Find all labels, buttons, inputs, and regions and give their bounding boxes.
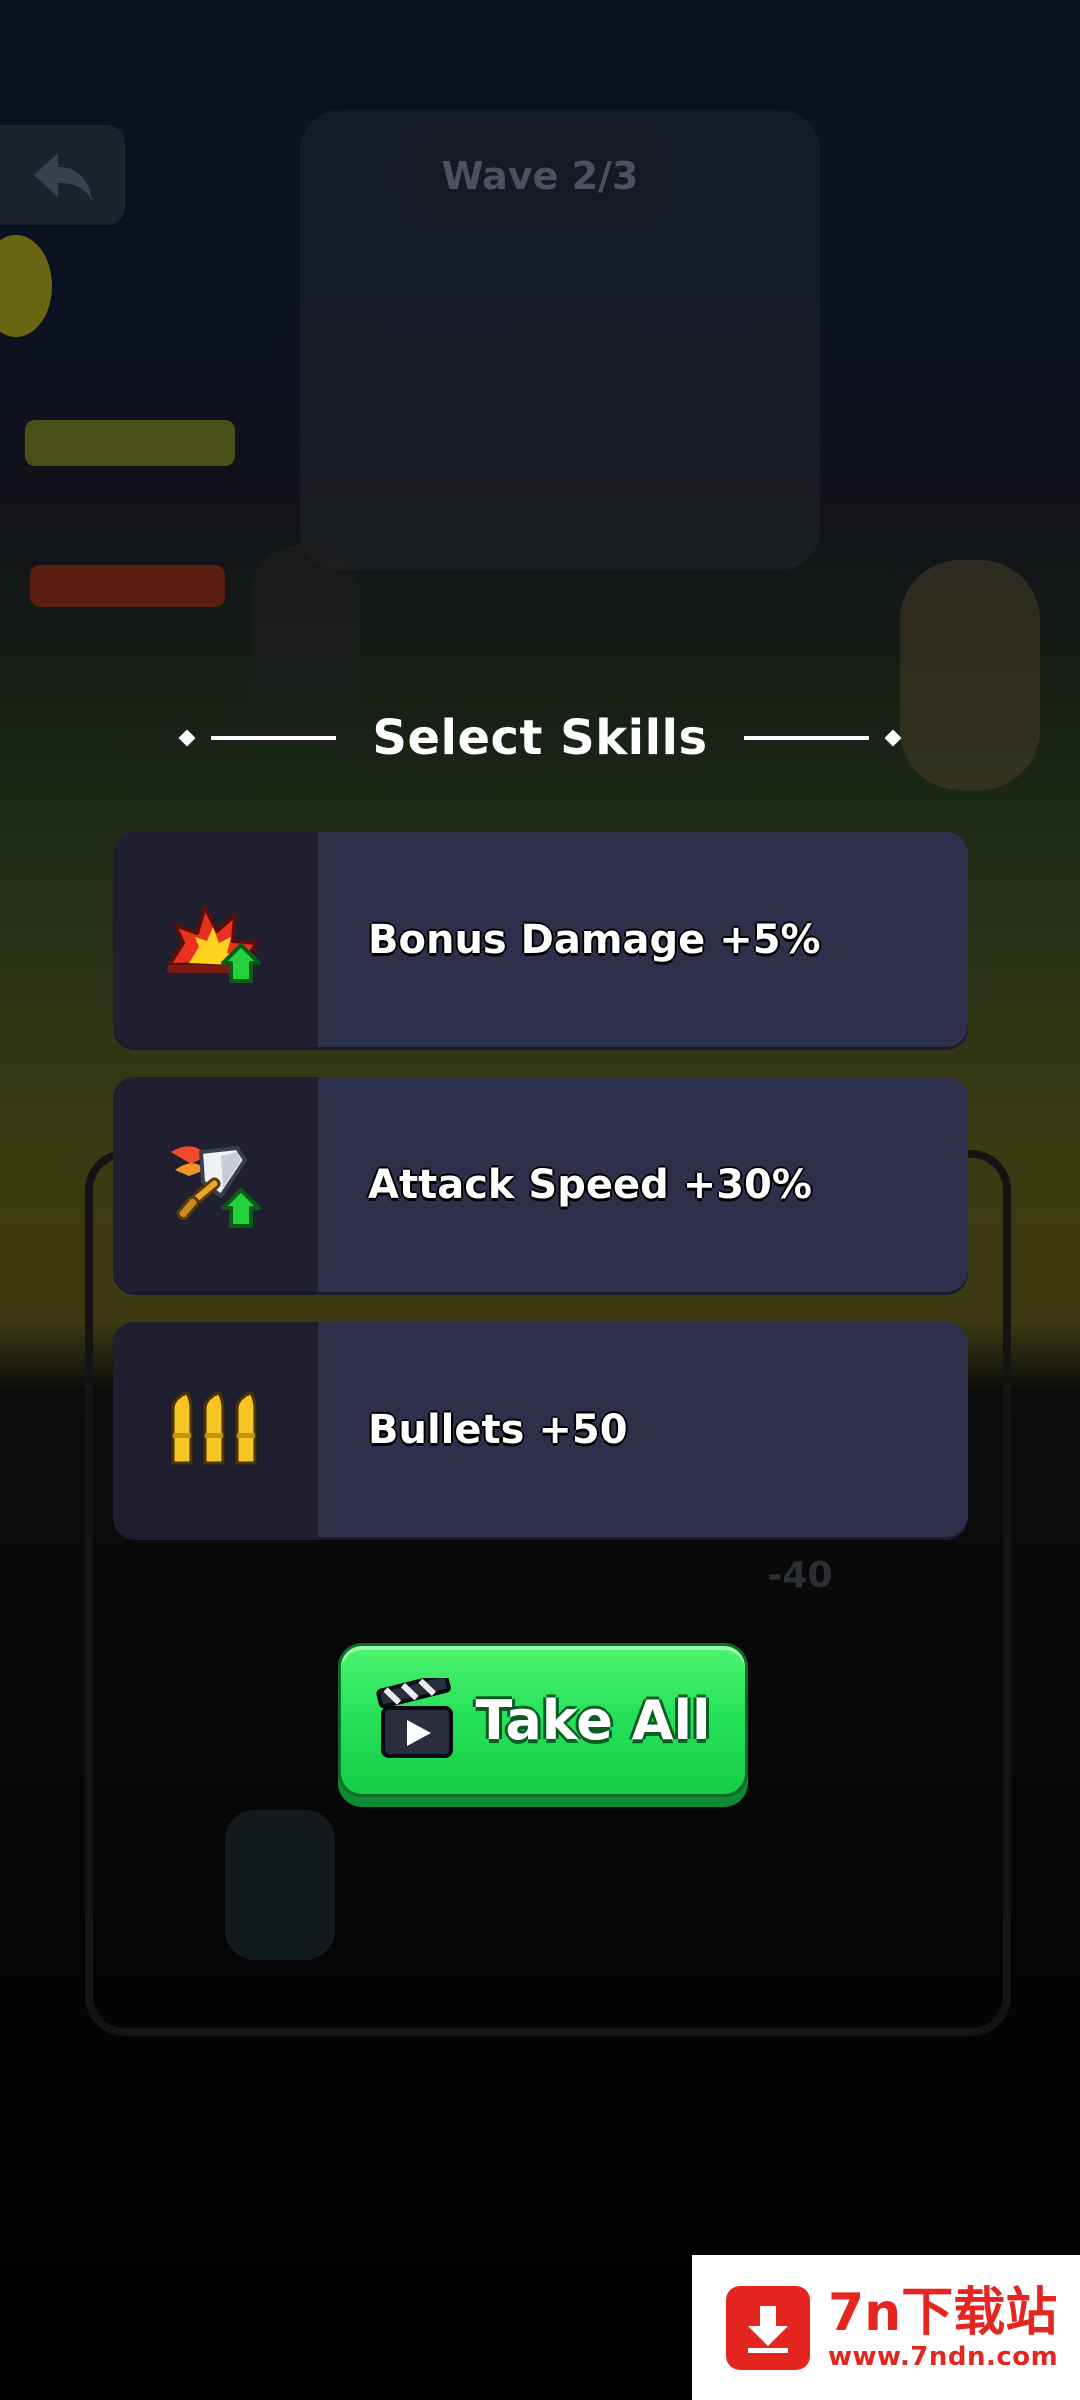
divider (211, 736, 337, 740)
skill-label: Bonus Damage +5% (368, 916, 821, 963)
watermark-title: 7n下载站 (828, 2282, 1058, 2343)
coin-icon (0, 235, 52, 337)
bullets-icon (171, 1390, 256, 1464)
back-button[interactable] (0, 125, 125, 225)
wave-indicator: Wave 2/3 (410, 128, 670, 224)
skill-card-bonus-damage[interactable]: Bonus Damage +5% (113, 832, 968, 1047)
watermark-url: www.7ndn.com (828, 2341, 1059, 2372)
diamond-icon (884, 729, 902, 747)
game-screen: Wave 2/3 -40 Select Skills Bonus Damage … (0, 0, 1080, 2400)
skill-label: Bullets +50 (368, 1406, 628, 1453)
site-watermark: 7n下载站 www.7ndn.com (692, 2255, 1080, 2400)
title-decoration-left (178, 729, 337, 747)
background-value-tag: -40 (767, 1554, 833, 1596)
clapperboard-video-icon (376, 1678, 454, 1758)
back-arrow-icon (33, 153, 92, 201)
skill-label: Attack Speed +30% (368, 1161, 812, 1208)
sword-up-icon (170, 1145, 261, 1228)
dialog-title-row: Select Skills (0, 700, 1080, 776)
explosion-up-icon (166, 904, 261, 983)
turret (225, 1810, 335, 1960)
take-all-button[interactable]: Take All (338, 1643, 748, 1797)
weapon-icon (30, 565, 225, 607)
skill-icon-box (113, 1322, 318, 1537)
dialog-title: Select Skills (372, 710, 708, 766)
title-decoration-right (743, 729, 902, 747)
weapon-icon (25, 420, 235, 466)
download-icon (726, 2285, 810, 2370)
skill-card-attack-speed[interactable]: Attack Speed +30% (113, 1077, 968, 1292)
diamond-icon (178, 729, 196, 747)
skill-card-bullets[interactable]: Bullets +50 (113, 1322, 968, 1537)
skill-icon-box (113, 832, 318, 1047)
watermark-text: 7n下载站 www.7ndn.com (828, 2284, 1058, 2372)
skill-icon-box (113, 1077, 318, 1292)
divider (743, 736, 869, 740)
take-all-label: Take All (475, 1688, 711, 1752)
